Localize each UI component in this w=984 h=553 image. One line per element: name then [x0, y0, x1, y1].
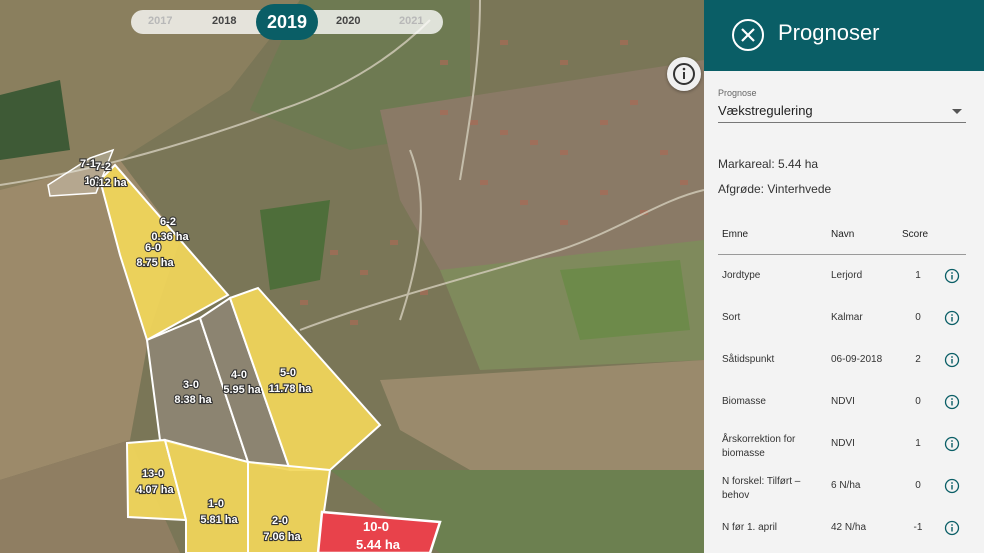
cell-emne: N før 1. april [722, 522, 778, 533]
field-label-5-0-id: 5-0 [280, 367, 296, 379]
header-score: Score [902, 229, 929, 240]
cell-navn: Lerjord [831, 270, 863, 281]
cell-navn: 42 N/ha [831, 522, 867, 533]
panel-title: Prognoser [778, 20, 880, 45]
cell-score: 0 [915, 480, 921, 491]
prognose-select-label: Prognose [718, 88, 757, 98]
prognose-select[interactable]: Vækstregulering [718, 100, 966, 123]
cell-score: 2 [915, 354, 921, 365]
field-label-4-0-area: 5.95 ha [223, 384, 261, 396]
info-icon[interactable] [944, 268, 960, 284]
cell-navn: Kalmar [831, 312, 863, 323]
field-label-6-0-area: 8.75 ha [136, 257, 174, 269]
cell-emne: Såtidspunkt [722, 354, 775, 365]
info-icon[interactable] [944, 436, 960, 452]
close-circle-icon [732, 19, 764, 51]
cell-score: 0 [915, 396, 921, 407]
field-label-13-0-area: 4.07 ha [136, 484, 174, 496]
satellite-map: 7-1 1.0 7-2 0.12 ha 6-2 0.36 ha 6-0 8.75… [0, 0, 704, 553]
year-2018[interactable]: 2018 [212, 15, 236, 27]
info-icon [673, 63, 695, 85]
table-row: Såtidspunkt 06-09-2018 2 [718, 339, 966, 381]
cell-emne: Biomasse [722, 396, 766, 407]
table-row: Biomasse NDVI 0 [718, 381, 966, 423]
field-label-7-2-id: 7-2 [95, 161, 111, 173]
header-navn: Navn [831, 229, 855, 240]
info-icon[interactable] [944, 310, 960, 326]
cell-navn: NDVI [831, 438, 855, 449]
field-label-5-0-area: 11.78 ha [269, 383, 313, 395]
cell-emne: Jordtype [722, 270, 761, 281]
field-label-4-0-id: 4-0 [231, 369, 247, 381]
field-label-2-0-id: 2-0 [272, 515, 288, 527]
cell-score: 0 [915, 312, 921, 323]
cell-score: -1 [913, 522, 923, 533]
info-icon[interactable] [944, 478, 960, 494]
table-row: Sort Kalmar 0 [718, 297, 966, 339]
table-row: N forskel: Tilført – behov 6 N/ha 0 [718, 465, 966, 507]
cell-navn: NDVI [831, 396, 855, 407]
year-2020[interactable]: 2020 [336, 15, 360, 27]
prognoser-panel: Prognoser Prognose Vækstregulering Marka… [704, 0, 984, 553]
year-2021[interactable]: 2021 [399, 15, 423, 27]
field-label-13-0-id: 13-0 [142, 468, 164, 480]
field-label-1-0-area: 5.81 ha [200, 514, 238, 526]
field-label-3-0-id: 3-0 [183, 379, 199, 391]
field-label-10-0-area: 5.44 ha [356, 537, 401, 552]
close-button[interactable] [730, 17, 766, 53]
table-row: Årskorrektion for biomasse NDVI 1 [718, 423, 966, 465]
year-2017[interactable]: 2017 [148, 15, 172, 27]
map-view[interactable]: 7-1 1.0 7-2 0.12 ha 6-2 0.36 ha 6-0 8.75… [0, 0, 704, 553]
info-icon[interactable] [944, 352, 960, 368]
cell-navn: 06-09-2018 [831, 354, 883, 365]
field-label-6-2-id: 6-2 [160, 216, 176, 228]
field-label-2-0-area: 7.06 ha [263, 531, 301, 543]
cell-navn: 6 N/ha [831, 480, 861, 491]
afgrode-text: Afgrøde: Vinterhvede [718, 182, 832, 196]
map-info-button[interactable] [667, 57, 701, 91]
cell-emne: N forskel: Tilført – behov [722, 476, 801, 501]
table-header: Emne Navn Score [718, 226, 966, 255]
field-label-7-2-area: 0.12 ha [89, 177, 127, 189]
markareal-text: Markareal: 5.44 ha [718, 157, 819, 171]
field-label-6-0-id: 6-0 [145, 242, 161, 254]
chevron-down-icon [952, 109, 962, 114]
table-row: N før 1. april 42 N/ha -1 [718, 507, 966, 549]
cell-score: 1 [915, 270, 921, 281]
info-icon[interactable] [944, 520, 960, 536]
table-row: Jordtype Lerjord 1 [718, 255, 966, 297]
field-label-1-0-id: 1-0 [208, 498, 224, 510]
year-2019-active[interactable]: 2019 [256, 4, 318, 40]
field-label-7-1-id: 7-1 [80, 158, 96, 170]
field-label-10-0-id: 10-0 [363, 519, 389, 534]
panel-header: Prognoser [704, 0, 984, 71]
cell-emne: Sort [722, 312, 741, 323]
cell-emne: Årskorrektion for biomasse [722, 434, 796, 459]
field-label-3-0-area: 8.38 ha [174, 394, 212, 406]
prognose-select-value: Vækstregulering [718, 103, 813, 118]
info-icon[interactable] [944, 394, 960, 410]
header-emne: Emne [722, 229, 749, 240]
cell-score: 1 [915, 438, 921, 449]
